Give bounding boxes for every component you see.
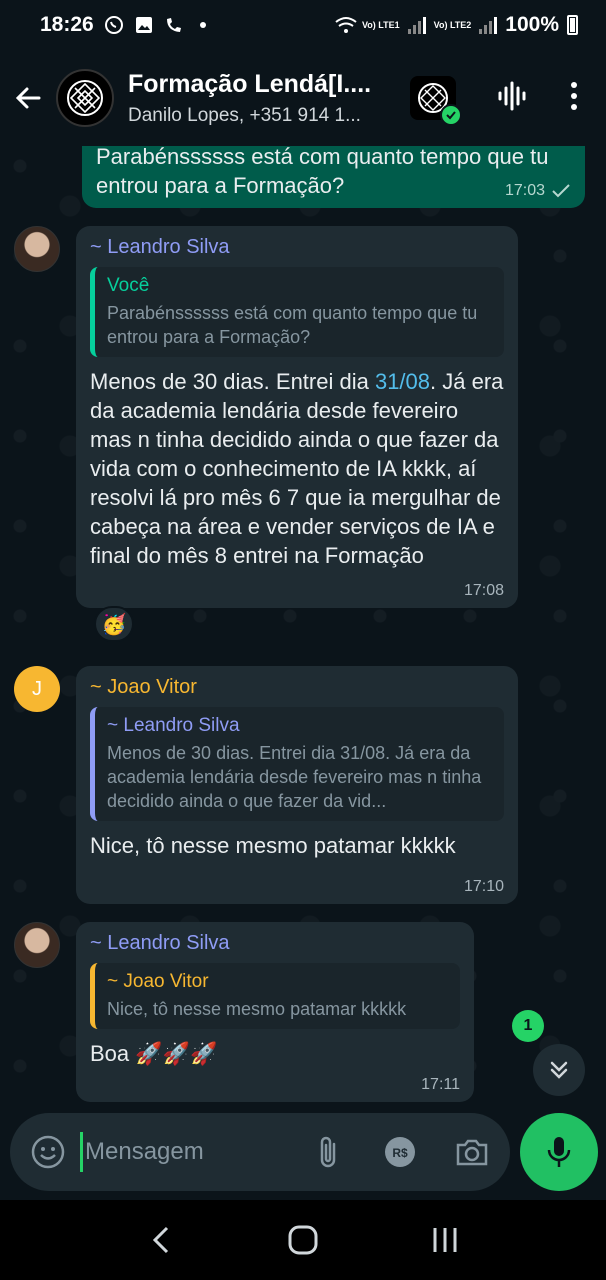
group-logo-icon bbox=[67, 80, 103, 116]
voice-record-button[interactable] bbox=[520, 1113, 598, 1191]
network-lte1: Vo) LTE1 bbox=[361, 20, 400, 30]
nav-back-button[interactable] bbox=[131, 1210, 191, 1270]
whatsapp-icon bbox=[104, 15, 124, 35]
battery-icon bbox=[567, 15, 578, 35]
message-time: 17:03 bbox=[504, 182, 545, 199]
message-text-part: Menos de 30 dias. Entrei dia bbox=[90, 369, 375, 394]
read-check-icon bbox=[552, 184, 570, 198]
wifi-icon bbox=[334, 15, 357, 35]
attach-icon bbox=[320, 1136, 336, 1168]
avatar-leandro[interactable] bbox=[14, 922, 60, 968]
nav-home-icon bbox=[288, 1225, 318, 1255]
avatar-leandro[interactable] bbox=[14, 226, 60, 272]
more-vert-icon bbox=[571, 81, 577, 110]
sender-name[interactable]: ~ Joao Vitor bbox=[90, 676, 504, 699]
payment-button[interactable]: R$ bbox=[382, 1134, 418, 1170]
quote-text: Menos de 30 dias. Entrei dia 31/08. Já e… bbox=[107, 743, 482, 811]
group-title: Formação Lendá[I.... bbox=[128, 69, 372, 98]
message-incoming[interactable]: ~ Leandro Silva ~ Joao Vitor Nice, tô ne… bbox=[76, 922, 474, 1102]
call-icon bbox=[164, 15, 184, 35]
message-text: Parabénssssss está com quanto tempo que … bbox=[96, 146, 549, 198]
nav-back-icon bbox=[152, 1226, 169, 1254]
quote-sender: ~ Joao Vitor bbox=[107, 971, 209, 992]
message-time: 17:08 bbox=[463, 582, 504, 599]
signal1-icon bbox=[407, 16, 426, 34]
avatar-joao[interactable]: J bbox=[14, 666, 60, 712]
emoji-icon bbox=[31, 1135, 65, 1169]
sender-name[interactable]: ~ Leandro Silva bbox=[90, 236, 504, 259]
meta-ai-button[interactable] bbox=[410, 76, 462, 126]
message-text: Menos de 30 dias. Entrei dia 31/08. Já e… bbox=[90, 367, 504, 570]
back-arrow-icon bbox=[15, 87, 41, 109]
message-input[interactable] bbox=[80, 1132, 290, 1172]
gallery-icon bbox=[134, 15, 154, 35]
signal2-icon bbox=[479, 16, 498, 34]
quoted-message[interactable]: Você Parabénssssss está com quanto tempo… bbox=[90, 267, 504, 357]
battery-percent: 100% bbox=[505, 13, 559, 36]
scroll-to-bottom-button[interactable] bbox=[533, 1044, 585, 1096]
quote-sender: Você bbox=[107, 275, 150, 296]
system-nav-bar bbox=[0, 1200, 606, 1280]
status-time: 18:26 bbox=[40, 13, 94, 36]
network-lte2: Vo) LTE2 bbox=[433, 20, 472, 30]
status-bar: 18:26 Vo) LTE1 Vo) LTE2 100% bbox=[0, 0, 606, 50]
voice-wave-icon bbox=[498, 81, 526, 110]
chevrons-down-icon bbox=[550, 1061, 568, 1079]
more-options-button[interactable] bbox=[568, 80, 580, 117]
emoji-button[interactable] bbox=[30, 1134, 66, 1170]
quote-text: Nice, tô nesse mesmo patamar kkkkk bbox=[107, 999, 407, 1019]
group-avatar[interactable] bbox=[56, 69, 114, 127]
group-members: Danilo Lopes, +351 914 1... bbox=[128, 104, 361, 126]
mic-icon bbox=[547, 1137, 571, 1167]
date-link[interactable]: 31/08 bbox=[375, 369, 430, 394]
composer: R$ bbox=[10, 1113, 510, 1191]
message-incoming[interactable]: ~ Joao Vitor ~ Leandro Silva Menos de 30… bbox=[76, 666, 518, 904]
message-time: 17:10 bbox=[463, 878, 504, 895]
voice-chat-button[interactable] bbox=[496, 80, 528, 117]
message-outgoing[interactable]: Parabénssssss está com quanto tempo que … bbox=[82, 146, 585, 208]
unread-count-badge: 1 bbox=[512, 1010, 544, 1042]
back-button[interactable] bbox=[0, 50, 56, 146]
verified-check-icon bbox=[440, 104, 462, 126]
notification-dot bbox=[199, 22, 206, 28]
nav-home-button[interactable] bbox=[273, 1210, 333, 1270]
svg-text:R$: R$ bbox=[392, 1146, 408, 1160]
nav-recents-button[interactable] bbox=[415, 1210, 475, 1270]
nav-recents-icon bbox=[433, 1228, 457, 1252]
chat-header: Formação Lendá[I.... Danilo Lopes, +351 … bbox=[0, 50, 606, 146]
quoted-message[interactable]: ~ Joao Vitor Nice, tô nesse mesmo patama… bbox=[90, 963, 460, 1029]
pix-icon: R$ bbox=[385, 1137, 415, 1167]
quoted-message[interactable]: ~ Leandro Silva Menos de 30 dias. Entrei… bbox=[90, 707, 504, 821]
camera-button[interactable] bbox=[454, 1134, 490, 1170]
camera-icon bbox=[456, 1139, 488, 1166]
message-text-part: . Já era da academia lendária desde feve… bbox=[90, 369, 504, 568]
message-incoming[interactable]: ~ Leandro Silva Você Parabénssssss está … bbox=[76, 226, 518, 608]
message-text: Boa 🚀🚀🚀 bbox=[90, 1041, 218, 1066]
attach-button[interactable] bbox=[310, 1134, 346, 1170]
chat-area[interactable]: Parabénssssss está com quanto tempo que … bbox=[0, 146, 606, 1200]
sender-name[interactable]: ~ Leandro Silva bbox=[90, 932, 460, 955]
message-reaction[interactable]: 🥳 bbox=[94, 606, 134, 642]
quote-sender: ~ Leandro Silva bbox=[107, 715, 240, 736]
quote-text: Parabénssssss está com quanto tempo que … bbox=[107, 303, 478, 347]
message-text: Nice, tô nesse mesmo patamar kkkkk bbox=[90, 833, 456, 858]
header-info[interactable]: Formação Lendá[I.... Danilo Lopes, +351 … bbox=[128, 70, 388, 127]
message-time: 17:11 bbox=[421, 1076, 460, 1093]
